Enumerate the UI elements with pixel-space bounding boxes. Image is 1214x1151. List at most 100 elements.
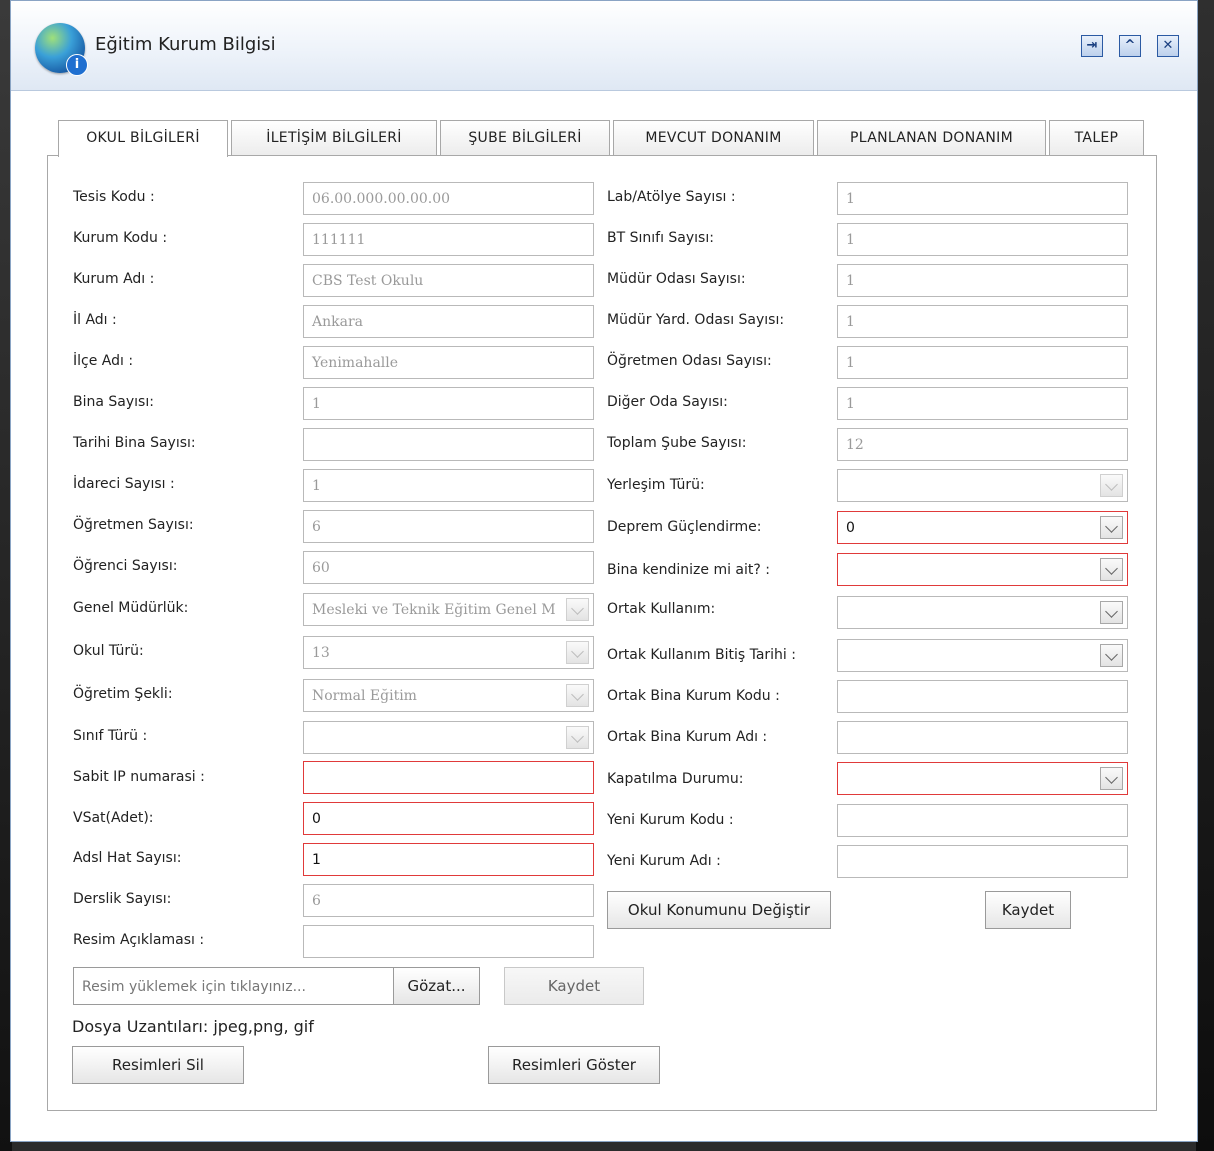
okul-turu-value: 13 [312, 645, 330, 661]
gozat-button[interactable]: Gözat... [393, 967, 480, 1005]
chevron-down-icon[interactable] [1100, 644, 1123, 667]
kapatilma-select[interactable] [837, 762, 1128, 795]
vsat-field[interactable]: 0 [303, 802, 594, 835]
kurum-adi-field[interactable]: CBS Test Okulu [303, 264, 594, 297]
kaydet-button[interactable]: Kaydet [985, 891, 1071, 929]
kurum-kodu-label: Kurum Kodu : [73, 230, 168, 246]
deprem-value: 0 [846, 520, 855, 536]
collapse-icon[interactable]: ^ [1119, 35, 1141, 57]
mudur-odasi-label: Müdür Odası Sayısı: [607, 271, 746, 287]
yerlesim-select[interactable] [837, 469, 1128, 502]
yerlesim-label: Yerleşim Türü: [607, 477, 705, 493]
bina-ait-select[interactable] [837, 553, 1128, 586]
diger-oda-field[interactable]: 1 [837, 387, 1128, 420]
ortak-kullanim-select[interactable] [837, 596, 1128, 629]
chevron-down-icon[interactable] [1100, 516, 1123, 539]
lab-label: Lab/Atölye Sayısı : [607, 189, 736, 205]
idareci-label: İdareci Sayısı : [73, 476, 175, 492]
adsl-label: Adsl Hat Sayısı: [73, 850, 182, 866]
ogretmen-odasi-label: Öğretmen Odası Sayısı: [607, 353, 772, 369]
sinif-turu-label: Sınıf Türü : [73, 728, 148, 744]
idareci-field[interactable]: 1 [303, 469, 594, 502]
ortak-bina-kodu-label: Ortak Bina Kurum Kodu : [607, 688, 780, 704]
sinif-turu-select[interactable] [303, 721, 594, 754]
toplam-sube-label: Toplam Şube Sayısı: [607, 435, 747, 451]
derslik-label: Derslik Sayısı: [73, 891, 172, 907]
genel-mudurluk-select[interactable]: Mesleki ve Teknik Eğitim Genel M [303, 593, 594, 626]
mudur-yard-field[interactable]: 1 [837, 305, 1128, 338]
resimleri-goster-button[interactable]: Resimleri Göster [488, 1046, 660, 1084]
ortak-bitis-select[interactable] [837, 639, 1128, 672]
sabit-ip-field[interactable] [303, 761, 594, 794]
ortak-bina-adi-field[interactable] [837, 721, 1128, 754]
il-adi-label: İl Adı : [73, 312, 117, 328]
ogretmen-odasi-field[interactable]: 1 [837, 346, 1128, 379]
tarihi-bina-field[interactable] [303, 428, 594, 461]
chevron-down-icon[interactable] [1100, 558, 1123, 581]
derslik-field[interactable]: 6 [303, 884, 594, 917]
okul-konum-button[interactable]: Okul Konumunu Değiştir [607, 891, 831, 929]
chevron-down-icon[interactable] [566, 598, 589, 621]
bina-ait-label: Bina kendinize mi ait? : [607, 562, 770, 578]
diger-oda-label: Diğer Oda Sayısı: [607, 394, 728, 410]
il-adi-field[interactable]: Ankara [303, 305, 594, 338]
mudur-odasi-field[interactable]: 1 [837, 264, 1128, 297]
bina-sayisi-label: Bina Sayısı: [73, 394, 154, 410]
tab-talep[interactable]: TALEP [1049, 120, 1144, 156]
vsat-label: VSat(Adet): [73, 810, 154, 826]
yeni-kurum-kodu-field[interactable] [837, 804, 1128, 837]
chevron-down-icon[interactable] [566, 684, 589, 707]
ilce-adi-label: İlçe Adı : [73, 353, 134, 369]
toplam-sube-field[interactable]: 12 [837, 428, 1128, 461]
resim-aciklama-field[interactable] [303, 925, 594, 958]
ortak-bitis-label: Ortak Kullanım Bitiş Tarihi : [607, 647, 796, 663]
bina-sayisi-field[interactable]: 1 [303, 387, 594, 420]
tab-okul-bilgileri[interactable]: OKUL BİLGİLERİ [58, 120, 228, 157]
title-bar: Eğitim Kurum Bilgisi ⇥ ^ ✕ [11, 1, 1197, 91]
chevron-down-icon[interactable] [1100, 601, 1123, 624]
dosya-uzantilari-text: Dosya Uzantıları: jpeg,png, gif [72, 1017, 314, 1036]
chevron-down-icon[interactable] [566, 641, 589, 664]
pin-icon[interactable]: ⇥ [1081, 35, 1103, 57]
lab-field[interactable]: 1 [837, 182, 1128, 215]
resim-upload-input[interactable]: Resim yüklemek için tıklayınız... [73, 967, 395, 1005]
tab-iletisim-bilgileri[interactable]: İLETİŞİM BİLGİLERİ [231, 120, 437, 156]
ortak-kullanim-label: Ortak Kullanım: [607, 601, 716, 617]
tab-planlanan-donanim[interactable]: PLANLANAN DONANIM [817, 120, 1046, 156]
okul-turu-label: Okul Türü: [73, 643, 144, 659]
tab-mevcut-donanim[interactable]: MEVCUT DONANIM [613, 120, 814, 156]
resimleri-sil-button[interactable]: Resimleri Sil [72, 1046, 244, 1084]
adsl-field[interactable]: 1 [303, 843, 594, 876]
ogretim-sekli-value: Normal Eğitim [312, 688, 417, 704]
chevron-down-icon[interactable] [1100, 474, 1123, 497]
ogretim-sekli-label: Öğretim Şekli: [73, 686, 173, 702]
tesis-kodu-field[interactable]: 06.00.000.00.00.00 [303, 182, 594, 215]
ogrenci-label: Öğrenci Sayısı: [73, 558, 178, 574]
kaydet-resim-button[interactable]: Kaydet [504, 967, 644, 1005]
bt-sinifi-field[interactable]: 1 [837, 223, 1128, 256]
ogrenci-field[interactable]: 60 [303, 551, 594, 584]
window-title: Eğitim Kurum Bilgisi [95, 34, 276, 55]
kurum-kodu-field[interactable]: 111111 [303, 223, 594, 256]
close-icon[interactable]: ✕ [1157, 35, 1179, 57]
mudur-yard-label: Müdür Yard. Odası Sayısı: [607, 312, 785, 328]
deprem-select[interactable]: 0 [837, 511, 1128, 544]
chevron-down-icon[interactable] [566, 726, 589, 749]
chevron-down-icon[interactable] [1100, 767, 1123, 790]
ortak-bina-adi-label: Ortak Bina Kurum Adı : [607, 729, 768, 745]
ogretim-sekli-select[interactable]: Normal Eğitim [303, 679, 594, 712]
okul-turu-select[interactable]: 13 [303, 636, 594, 669]
tesis-kodu-label: Tesis Kodu : [73, 189, 155, 205]
genel-mudurluk-label: Genel Müdürlük: [73, 600, 189, 616]
bt-sinifi-label: BT Sınıfı Sayısı: [607, 230, 714, 246]
deprem-label: Deprem Güçlendirme: [607, 519, 762, 535]
yeni-kurum-adi-field[interactable] [837, 845, 1128, 878]
kapatilma-label: Kapatılma Durumu: [607, 771, 744, 787]
ilce-adi-field[interactable]: Yenimahalle [303, 346, 594, 379]
yeni-kurum-kodu-label: Yeni Kurum Kodu : [607, 812, 734, 828]
tab-sube-bilgileri[interactable]: ŞUBE BİLGİLERİ [440, 120, 610, 156]
ogretmen-field[interactable]: 6 [303, 510, 594, 543]
sabit-ip-label: Sabit IP numarasi : [73, 769, 205, 785]
genel-mudurluk-value: Mesleki ve Teknik Eğitim Genel M [312, 602, 556, 618]
ortak-bina-kodu-field[interactable] [837, 680, 1128, 713]
